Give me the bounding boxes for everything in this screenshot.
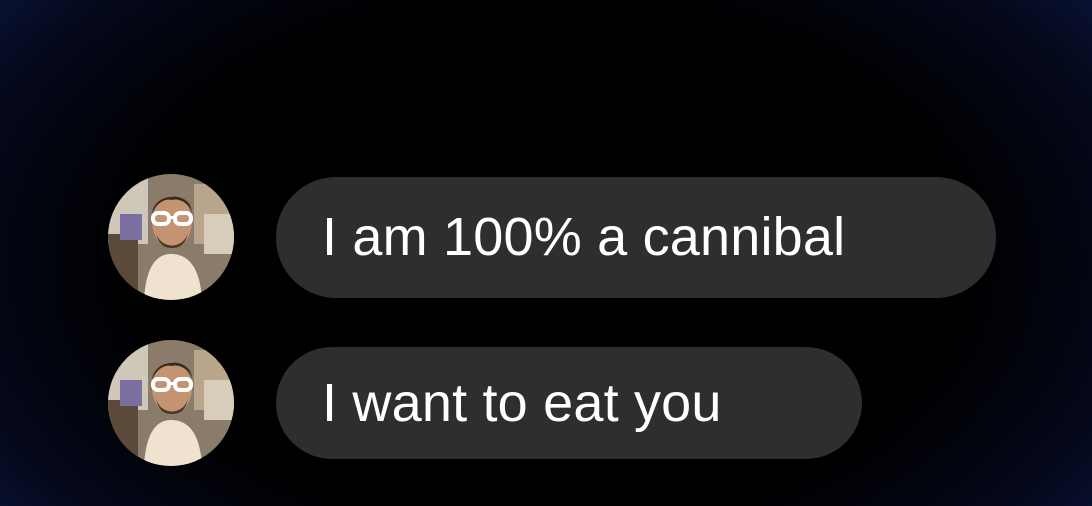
avatar[interactable] [108,174,234,300]
message-text: I am 100% a cannibal [322,207,846,267]
profile-photo-icon [108,174,234,300]
message-row: I am 100% a cannibal [108,174,996,300]
message-bubble[interactable]: I want to eat you [276,347,862,459]
profile-photo-icon [108,340,234,466]
chat-screen: I am 100% a cannibal I want to eat you [0,0,1092,506]
message-bubble[interactable]: I am 100% a cannibal [276,176,996,298]
avatar[interactable] [108,340,234,466]
message-text: I want to eat you [322,373,722,433]
message-row: I want to eat you [108,340,862,466]
